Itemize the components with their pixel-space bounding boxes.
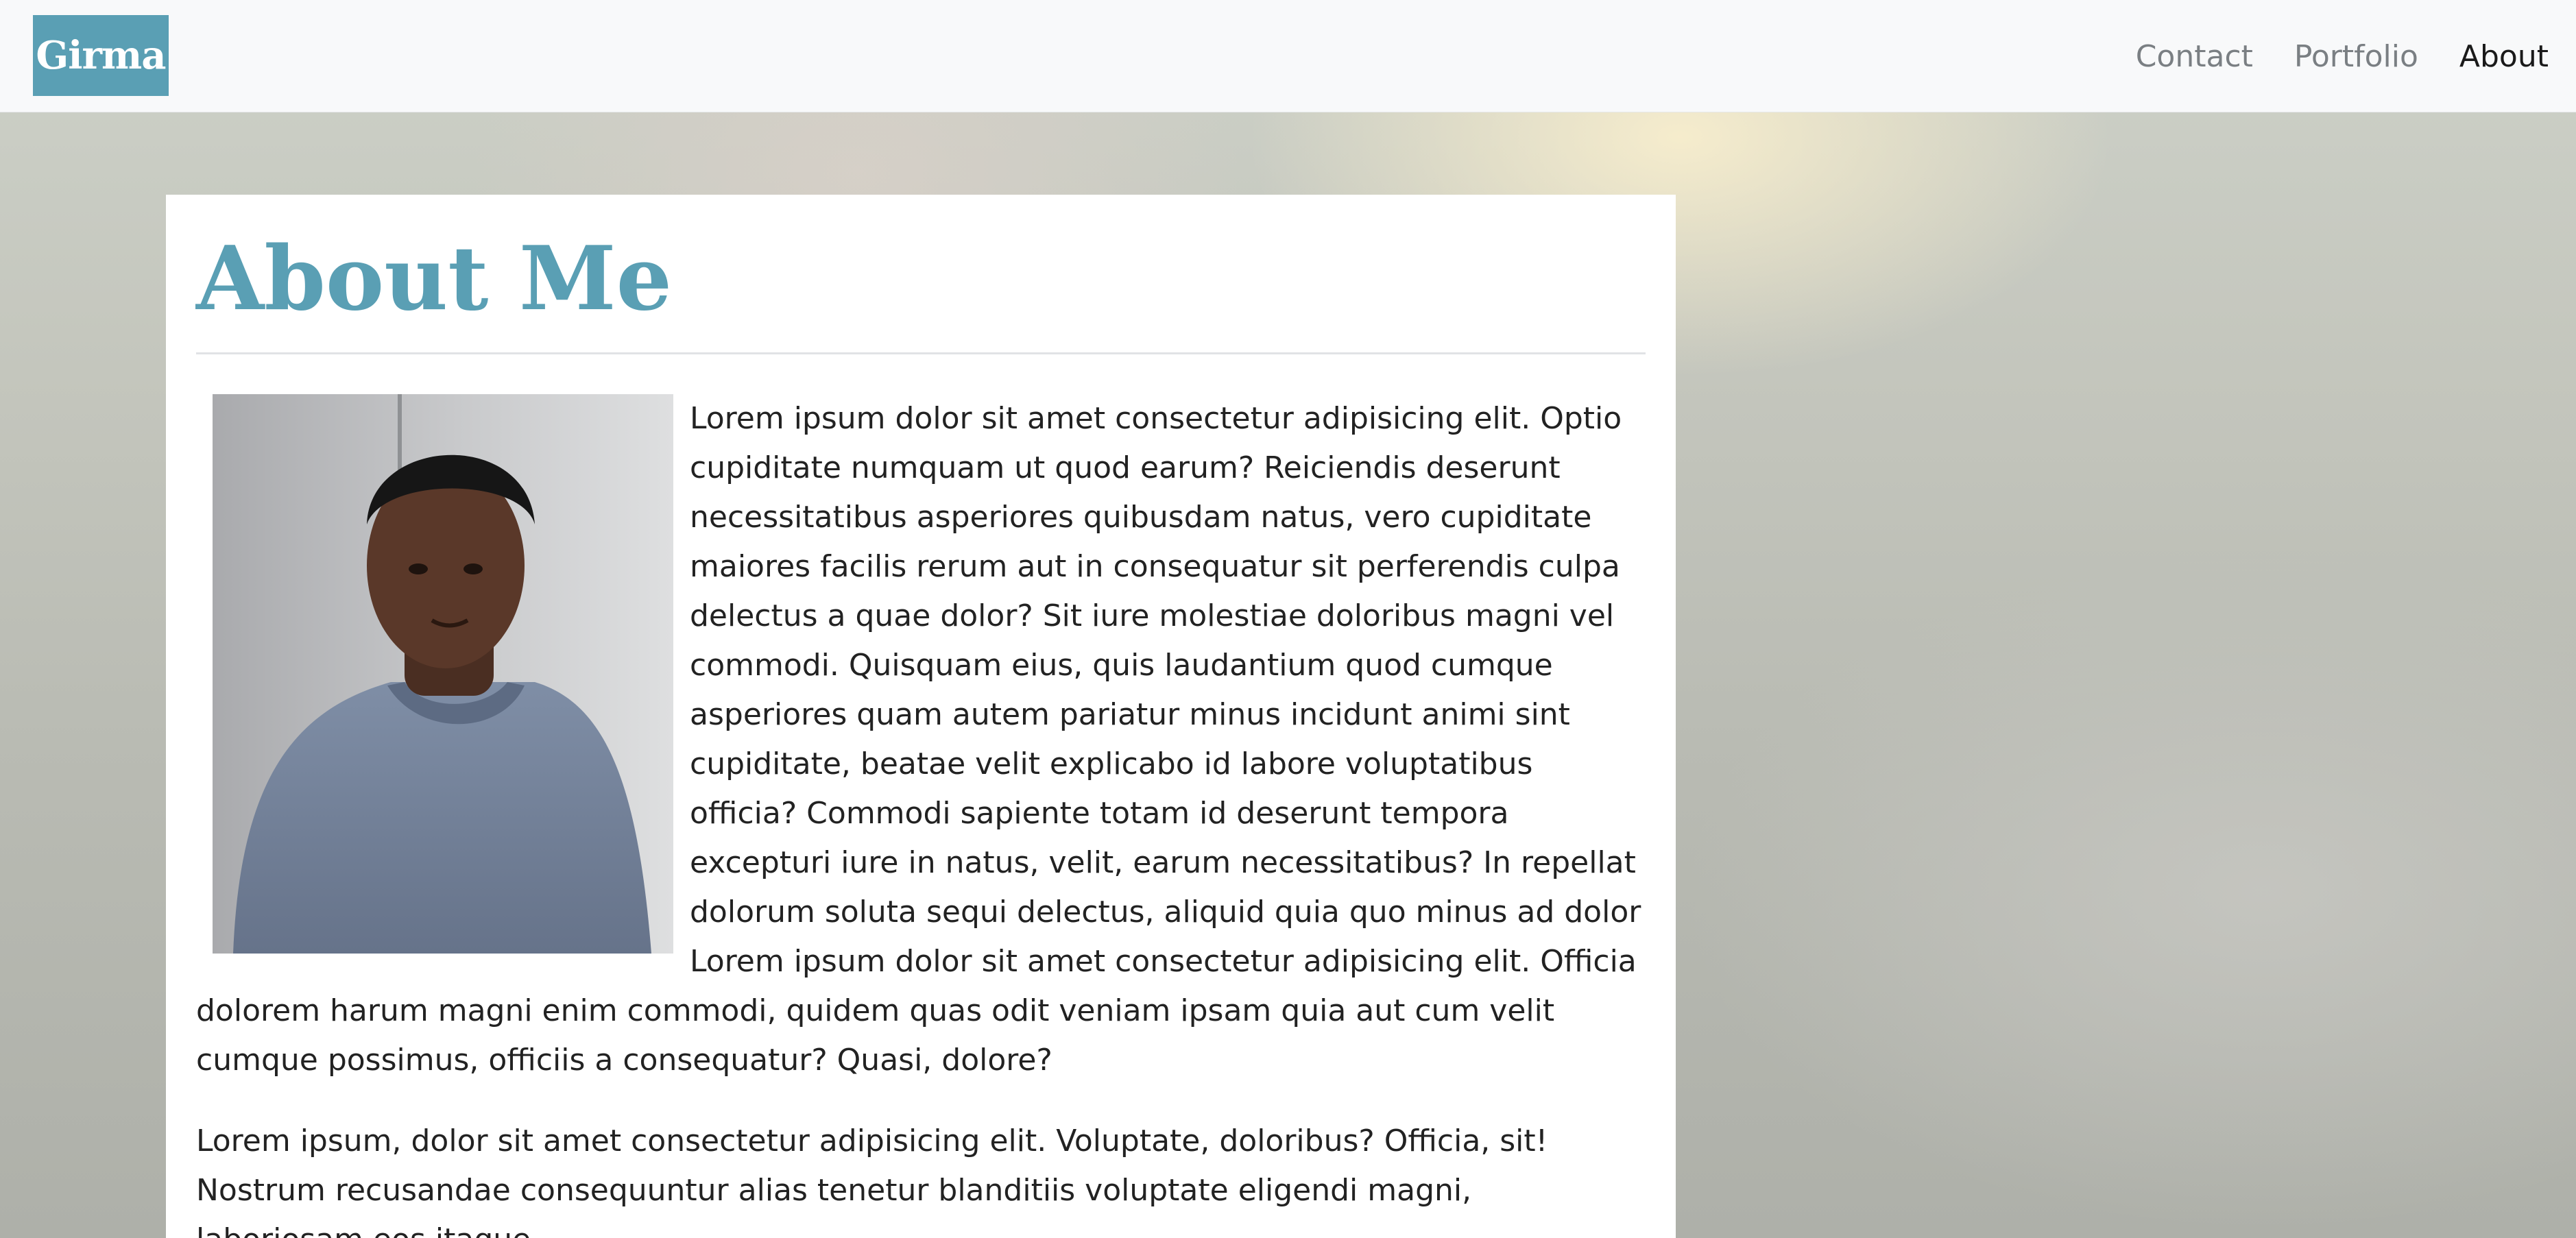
about-paragraph-2: Lorem ipsum, dolor sit amet consectetur …	[196, 1124, 1548, 1238]
nav-links: Contact Portfolio About	[2136, 0, 2549, 112]
about-card: About Me Lorem ipsum dolor sit amet cons…	[166, 195, 1676, 1238]
portrait-photo-icon	[213, 394, 673, 954]
top-navbar: Girma Contact Portfolio About	[0, 0, 2576, 112]
profile-photo	[213, 394, 673, 954]
title-divider	[196, 352, 1646, 354]
page-title: About Me	[196, 228, 673, 330]
nav-link-contact[interactable]: Contact	[2136, 39, 2253, 74]
nav-link-portfolio[interactable]: Portfolio	[2294, 39, 2418, 74]
brand-logo[interactable]: Girma	[33, 15, 169, 96]
nav-link-about[interactable]: About	[2459, 39, 2549, 74]
